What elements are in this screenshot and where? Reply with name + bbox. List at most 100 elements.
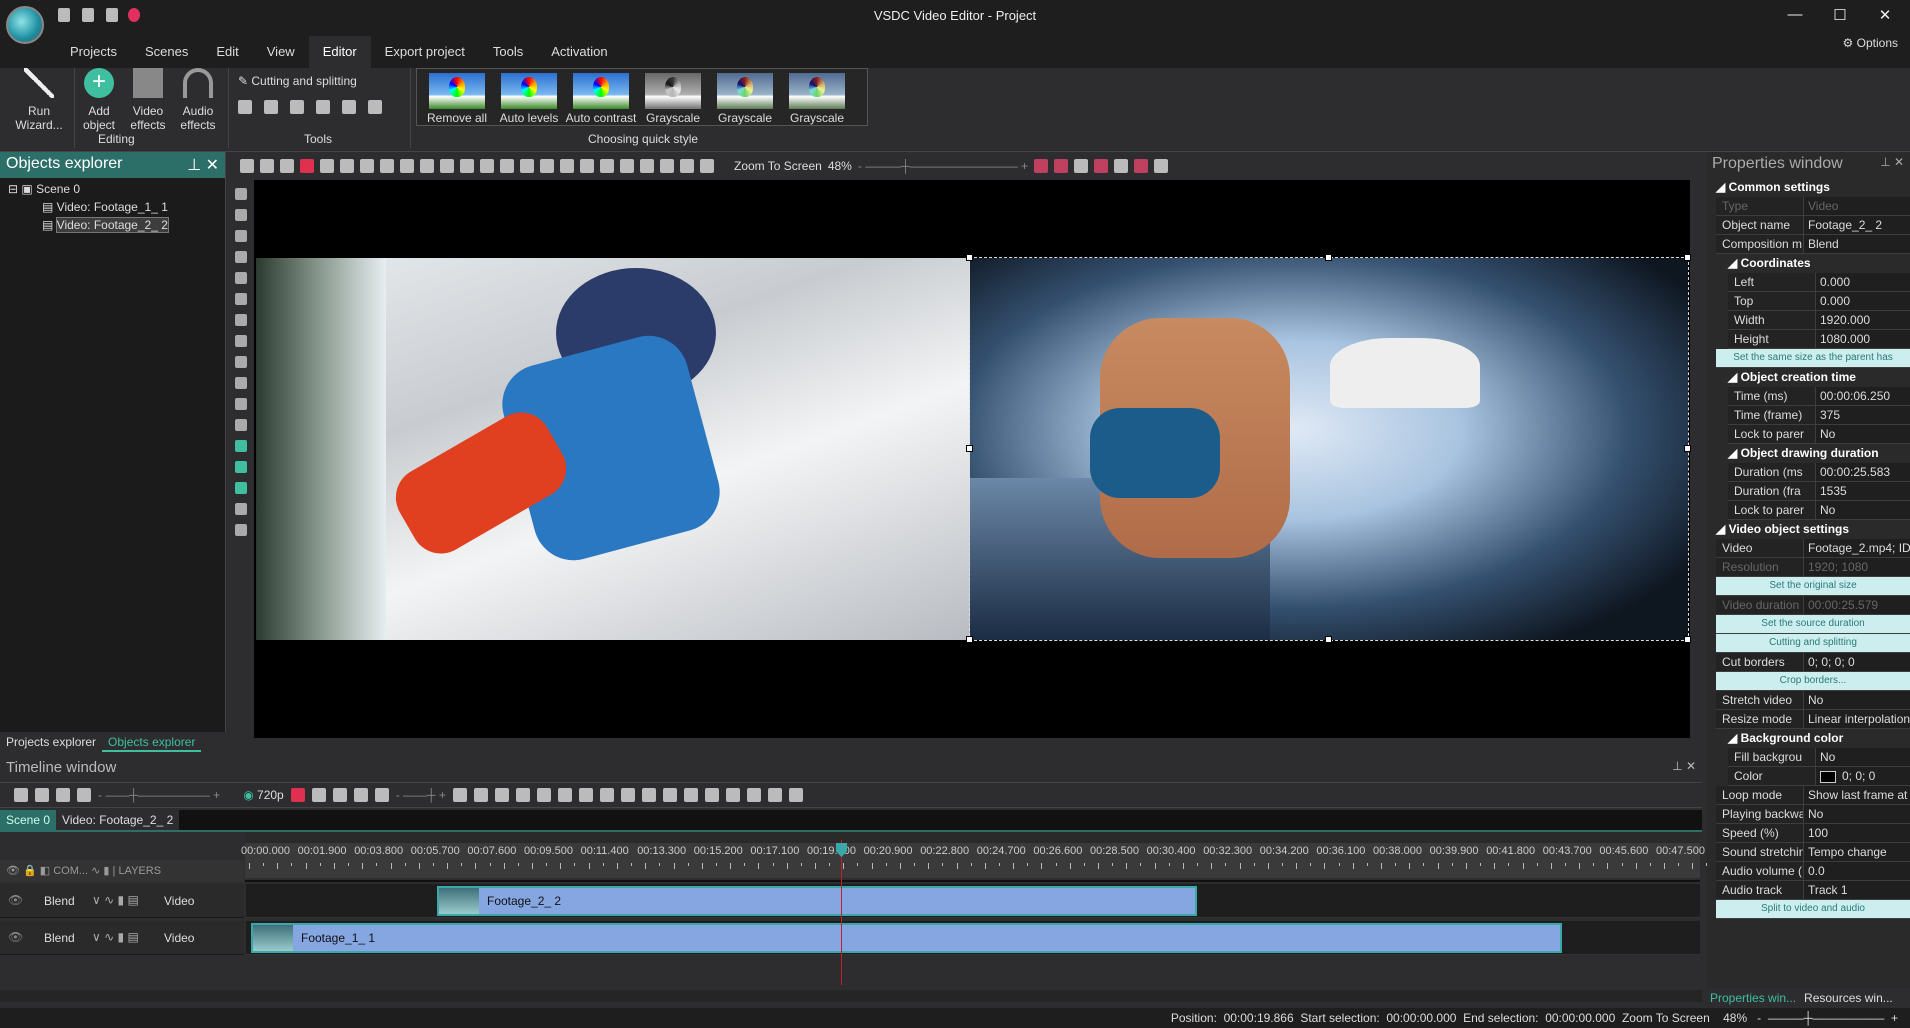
tab-properties-window[interactable]: Properties win... [1706, 988, 1801, 1010]
property-row[interactable]: Left 0.000 [1728, 273, 1910, 292]
align-right-icon[interactable] [440, 159, 454, 173]
property-value[interactable]: Linear interpolation [1804, 710, 1910, 728]
ungroup-icon[interactable] [700, 159, 714, 173]
add-object-button[interactable]: + Add object [76, 68, 122, 132]
loop-icon[interactable] [332, 788, 347, 802]
go-end-icon[interactable] [599, 788, 614, 802]
pin-close-icons[interactable]: ⊥ ✕ [1880, 155, 1904, 169]
tab-projects-explorer[interactable]: Projects explorer [0, 732, 102, 752]
go-start-icon[interactable] [473, 788, 488, 802]
property-button[interactable]: Crop borders... [1716, 672, 1910, 691]
distribute-v-icon[interactable] [540, 159, 554, 173]
property-value[interactable]: 0.000 [1816, 292, 1910, 310]
quick-style-thumb[interactable] [789, 73, 845, 109]
bubble-tool-icon[interactable] [235, 377, 247, 389]
tab-scene-0[interactable]: Scene 0 [0, 810, 57, 830]
property-value[interactable]: Footage_2.mp4; ID [1804, 539, 1910, 557]
audio-effects-button[interactable]: Audio effects [174, 68, 222, 132]
repeat-icon[interactable] [353, 788, 368, 802]
property-value[interactable]: Tempo change [1804, 843, 1910, 861]
property-value[interactable]: 00:00:25.583 [1816, 463, 1910, 481]
ellipse-tool-icon[interactable] [235, 293, 247, 305]
property-row[interactable]: Video duration 00:00:25.579 [1716, 596, 1910, 615]
audio-tool-icon[interactable] [235, 461, 247, 473]
timeline-clip[interactable]: Footage_1_ 1 [251, 923, 1562, 953]
rotate-right-icon[interactable] [342, 100, 356, 114]
property-value[interactable]: 100 [1804, 824, 1910, 842]
align2-icon[interactable] [746, 788, 761, 802]
property-row[interactable]: Cut borders 0; 0; 0; 0 [1716, 653, 1910, 672]
crop-icon[interactable] [290, 100, 304, 114]
move-tool-icon[interactable] [235, 524, 247, 536]
zoom-100-icon[interactable] [56, 788, 70, 802]
pin-close-icons[interactable]: ⊥ ✕ [187, 155, 219, 175]
timeline-ruler[interactable]: 00:00.000 00:01.900 00:03.800 00:05.700 00:0… [241, 843, 1708, 878]
minimize-button[interactable]: — [1780, 6, 1810, 23]
property-row[interactable]: Loop mode Show last frame at [1716, 786, 1910, 805]
maximize-button[interactable]: ☐ [1825, 6, 1855, 24]
property-row[interactable]: Top 0.000 [1728, 292, 1910, 311]
menu-view[interactable]: View [253, 36, 309, 68]
color-swatch[interactable] [1820, 770, 1836, 783]
scissors-icon[interactable] [238, 100, 252, 114]
property-row[interactable]: Height 1080.000 [1728, 330, 1910, 349]
playhead[interactable] [841, 840, 842, 985]
property-value[interactable]: Blend [1804, 235, 1910, 253]
timeline-zoom-slider[interactable]: - ——┼—————— + [98, 788, 220, 802]
settings-icon[interactable] [1154, 159, 1169, 173]
blend-mode-dropdown[interactable]: Blend [44, 931, 75, 945]
track-controls[interactable]: ∨ ∿ ▮ ▤ [92, 893, 139, 907]
speed-icon[interactable] [368, 100, 382, 114]
property-value[interactable]: 00:00:06.250 [1816, 387, 1910, 405]
property-section[interactable]: ◢ Object drawing duration [1716, 444, 1910, 463]
move-down-icon[interactable] [620, 159, 634, 173]
collapse-icon[interactable] [788, 788, 803, 802]
video-tool-icon[interactable] [235, 482, 247, 494]
trim-icon[interactable] [264, 100, 278, 114]
align-center-icon[interactable] [420, 159, 434, 173]
property-row[interactable]: Sound stretchin Tempo change [1716, 843, 1910, 862]
tab-objects-explorer[interactable]: Objects explorer [102, 732, 202, 752]
property-row[interactable]: Time (frame) 375 [1728, 406, 1910, 425]
cutting-splitting-button[interactable]: ✎ Cutting and splitting [238, 74, 357, 88]
delete-icon[interactable] [300, 159, 314, 173]
property-section[interactable]: ◢ Object creation time [1716, 368, 1910, 387]
pin-close-icons[interactable]: ⊥ ✕ [1672, 759, 1696, 773]
split3-icon[interactable] [662, 788, 677, 802]
align-icon[interactable] [725, 788, 740, 802]
property-value[interactable]: No [1804, 805, 1910, 823]
property-value[interactable]: Video [1804, 197, 1910, 215]
property-section[interactable]: ◢ Video object settings [1716, 520, 1910, 539]
property-row[interactable]: Time (ms) 00:00:06.250 [1728, 387, 1910, 406]
layer-tool-icon[interactable] [235, 209, 247, 221]
zoom-to-screen-button[interactable]: Zoom To Screen [734, 159, 822, 173]
snap-grid-icon[interactable] [1034, 159, 1049, 173]
property-value[interactable]: 1920.000 [1816, 311, 1910, 329]
paste-icon[interactable] [280, 159, 294, 173]
property-row[interactable]: Type Video [1716, 197, 1910, 216]
rectangle-tool-icon[interactable] [235, 272, 247, 284]
fit-icon[interactable] [77, 788, 91, 802]
options-button[interactable]: ⚙ Options [1843, 36, 1898, 50]
bounds-icon[interactable] [1114, 159, 1129, 173]
menu-scenes[interactable]: Scenes [131, 36, 202, 68]
property-row[interactable]: Playing backwa No [1716, 805, 1910, 824]
frame-icon[interactable] [311, 788, 326, 802]
rewind-icon[interactable] [494, 788, 509, 802]
grid-icon[interactable] [1074, 159, 1089, 173]
quick-style-label[interactable]: Grayscale [637, 111, 709, 125]
property-value[interactable]: 0.0 [1804, 862, 1910, 880]
property-row[interactable]: Speed (%) 100 [1716, 824, 1910, 843]
property-value[interactable]: 0; 0; 0; 0 [1804, 653, 1910, 671]
property-button[interactable]: Set the original size [1716, 577, 1910, 596]
property-value[interactable]: 0; 0; 0 [1816, 767, 1910, 785]
quick-style-label[interactable]: Grayscale [781, 111, 853, 125]
pen-tool-icon[interactable] [235, 314, 247, 326]
copy-icon[interactable] [260, 159, 274, 173]
send-back-icon[interactable] [660, 159, 674, 173]
footage-2-preview[interactable] [969, 257, 1689, 641]
quick-style-thumb[interactable] [645, 73, 701, 109]
property-value[interactable]: No [1816, 425, 1910, 443]
menu-editor[interactable]: Editor [308, 36, 371, 68]
close-button[interactable]: ✕ [1870, 6, 1900, 24]
